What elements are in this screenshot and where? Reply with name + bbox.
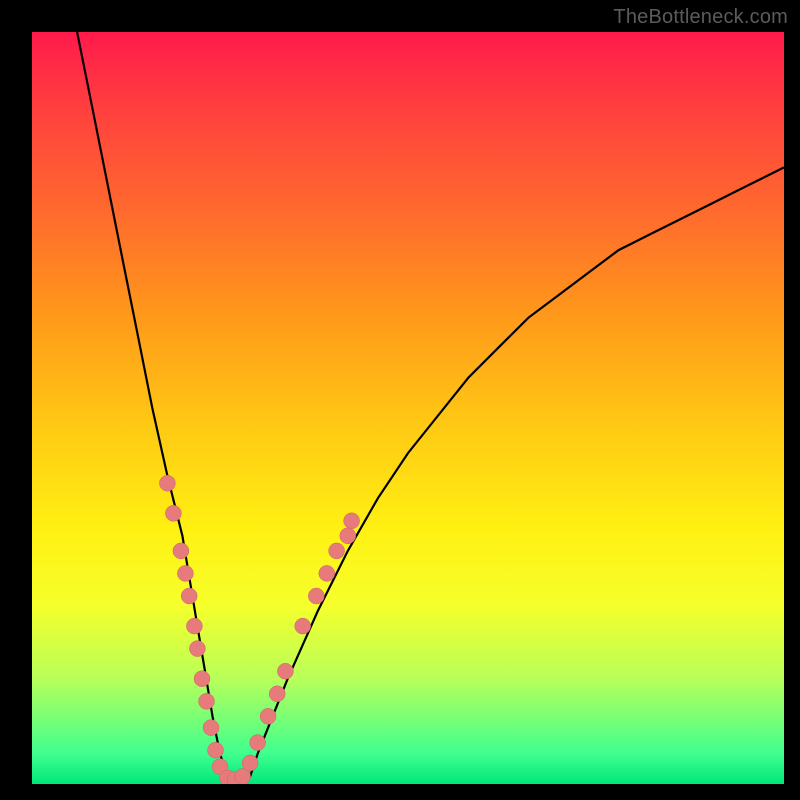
data-marker — [319, 565, 335, 581]
data-marker — [203, 720, 219, 736]
data-marker — [227, 772, 243, 785]
data-marker — [260, 708, 276, 724]
data-marker — [269, 686, 285, 702]
data-marker — [340, 528, 356, 544]
data-marker — [199, 693, 215, 709]
data-marker — [173, 543, 189, 559]
data-marker — [189, 641, 205, 657]
data-marker — [308, 588, 324, 604]
data-marker — [208, 742, 224, 758]
data-marker — [220, 770, 236, 784]
data-marker — [177, 565, 193, 581]
data-marker — [159, 475, 175, 491]
data-marker — [212, 759, 228, 775]
chart-frame: TheBottleneck.com — [0, 0, 800, 800]
data-marker — [295, 618, 311, 634]
data-markers — [159, 475, 359, 784]
bottleneck-curve — [77, 32, 784, 784]
data-marker — [181, 588, 197, 604]
data-marker — [194, 671, 210, 687]
data-marker — [344, 513, 360, 529]
data-marker — [250, 735, 266, 751]
data-marker — [186, 618, 202, 634]
chart-plot-area — [32, 32, 784, 784]
data-marker — [235, 769, 251, 785]
data-marker — [242, 755, 258, 771]
data-marker — [165, 505, 181, 521]
data-marker — [329, 543, 345, 559]
watermark-text: TheBottleneck.com — [613, 6, 788, 29]
chart-svg — [32, 32, 784, 784]
data-marker — [277, 663, 293, 679]
